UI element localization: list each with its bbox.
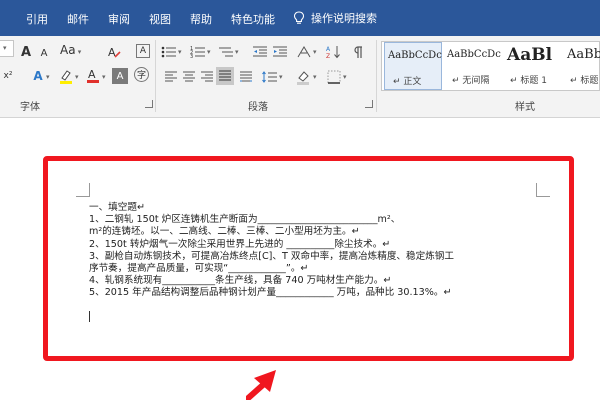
chevron-down-icon: ▾ xyxy=(46,73,50,81)
chevron-down-icon: ▾ xyxy=(3,44,7,52)
tab-help[interactable]: 帮助 xyxy=(190,11,212,27)
numbering-icon[interactable]: 123 xyxy=(190,44,206,60)
svg-text:A: A xyxy=(108,46,116,59)
style-name-text: 标题 xyxy=(580,76,599,86)
chevron-down-icon: ▾ xyxy=(343,73,347,81)
svg-text:3: 3 xyxy=(190,54,193,59)
highlight-box xyxy=(43,156,574,361)
svg-text:A: A xyxy=(88,68,96,81)
style-name: ↵ 无间隔 xyxy=(452,76,490,86)
clear-formatting-icon[interactable]: A xyxy=(106,44,122,60)
style-name-text: 标题 1 xyxy=(520,76,547,86)
chevron-down-icon: ▾ xyxy=(178,48,182,56)
line-spacing-icon[interactable] xyxy=(262,69,278,85)
highlight-color-icon[interactable] xyxy=(58,68,74,84)
increase-indent-icon[interactable] xyxy=(272,44,288,60)
style-sample: AaBb xyxy=(567,47,600,62)
styles-gallery: AaBbCcDc ↵ 正文 AaBbCcDc ↵ 无间隔 AaBl ↵ 标题 1… xyxy=(381,41,600,91)
font-size-box[interactable]: ▾ xyxy=(0,40,14,57)
svg-text:A: A xyxy=(326,46,331,53)
chevron-down-icon: ▾ xyxy=(102,73,106,81)
ribbon-tab-bar: 引用 邮件 审阅 视图 帮助 特色功能 操作说明搜索 xyxy=(0,0,600,36)
lightbulb-icon xyxy=(293,11,305,24)
chevron-down-icon: ▾ xyxy=(75,73,79,81)
style-name: ↵ 标题 1 xyxy=(510,76,547,86)
chevron-down-icon: ▾ xyxy=(207,48,211,56)
style-heading[interactable]: AaBb ↵ 标题 xyxy=(564,42,600,90)
tab-review[interactable]: 审阅 xyxy=(108,11,130,27)
align-left-icon[interactable] xyxy=(163,69,179,85)
tab-references[interactable]: 引用 xyxy=(26,11,48,27)
change-case-button[interactable]: Aa ▾ xyxy=(60,43,81,57)
chinese-layout-icon[interactable] xyxy=(296,44,312,60)
style-name: ↵ 正文 xyxy=(393,77,422,87)
align-right-icon[interactable] xyxy=(199,69,215,85)
multilevel-list-icon[interactable] xyxy=(218,44,234,60)
decrease-indent-icon[interactable] xyxy=(252,44,268,60)
style-sample: AaBbCcDc xyxy=(388,50,442,61)
phonetic-guide-icon[interactable]: A xyxy=(136,44,150,58)
font-color-icon[interactable]: A xyxy=(85,67,101,83)
bullets-icon[interactable] xyxy=(161,44,177,60)
character-shading-icon[interactable]: A xyxy=(112,68,128,84)
style-sample: AaBl xyxy=(507,45,553,65)
chevron-down-icon: ▾ xyxy=(313,48,317,56)
style-no-spacing[interactable]: AaBbCcDc ↵ 无间隔 xyxy=(444,42,502,90)
tell-me-search[interactable]: 操作说明搜索 xyxy=(293,10,377,26)
font-dialog-launcher[interactable] xyxy=(145,100,153,108)
svg-text:Z: Z xyxy=(326,53,330,59)
distributed-icon[interactable] xyxy=(238,69,254,85)
chevron-down-icon: ▾ xyxy=(235,48,239,56)
font-group-label: 字体 xyxy=(20,102,40,113)
style-name: ↵ 标题 xyxy=(570,76,599,86)
style-sample: AaBbCcDc xyxy=(447,49,501,60)
divider xyxy=(155,40,156,112)
divider xyxy=(376,40,377,112)
sort-icon[interactable]: AZ xyxy=(326,44,342,60)
borders-icon[interactable] xyxy=(326,69,342,85)
align-center-icon[interactable] xyxy=(181,69,197,85)
chevron-down-icon: ▾ xyxy=(75,48,82,56)
paragraph-dialog-launcher[interactable] xyxy=(365,100,373,108)
superscript-icon[interactable]: x² xyxy=(0,68,16,84)
aa-label: Aa xyxy=(60,43,76,57)
grow-font-icon[interactable]: A xyxy=(18,44,34,60)
enclose-characters-icon[interactable]: 字 xyxy=(134,67,149,82)
style-name-text: 正文 xyxy=(403,77,422,87)
text-effects-icon[interactable]: A xyxy=(30,68,46,84)
style-normal[interactable]: AaBbCcDc ↵ 正文 xyxy=(384,42,442,90)
tab-mailings[interactable]: 邮件 xyxy=(67,11,89,27)
shading-icon[interactable] xyxy=(296,69,312,85)
styles-group-label: 样式 xyxy=(515,102,535,113)
style-name-text: 无间隔 xyxy=(462,76,490,86)
chevron-down-icon: ▾ xyxy=(279,73,283,81)
tab-view[interactable]: 视图 xyxy=(149,11,171,27)
style-heading-1[interactable]: AaBl ↵ 标题 1 xyxy=(504,42,562,90)
tab-special-features[interactable]: 特色功能 xyxy=(231,11,275,27)
justify-icon[interactable] xyxy=(216,67,234,85)
chevron-down-icon: ▾ xyxy=(313,73,317,81)
shrink-font-icon[interactable]: A xyxy=(36,45,52,61)
show-formatting-marks-icon[interactable] xyxy=(350,44,366,60)
red-arrow-icon xyxy=(246,370,276,400)
ribbon-home: ▾ A A Aa ▾ A A x² A ▾ ▾ A ▾ A 字 字体 ▾ 123… xyxy=(0,36,600,118)
paragraph-group-label: 段落 xyxy=(248,102,268,113)
tell-me-label: 操作说明搜索 xyxy=(311,12,377,25)
